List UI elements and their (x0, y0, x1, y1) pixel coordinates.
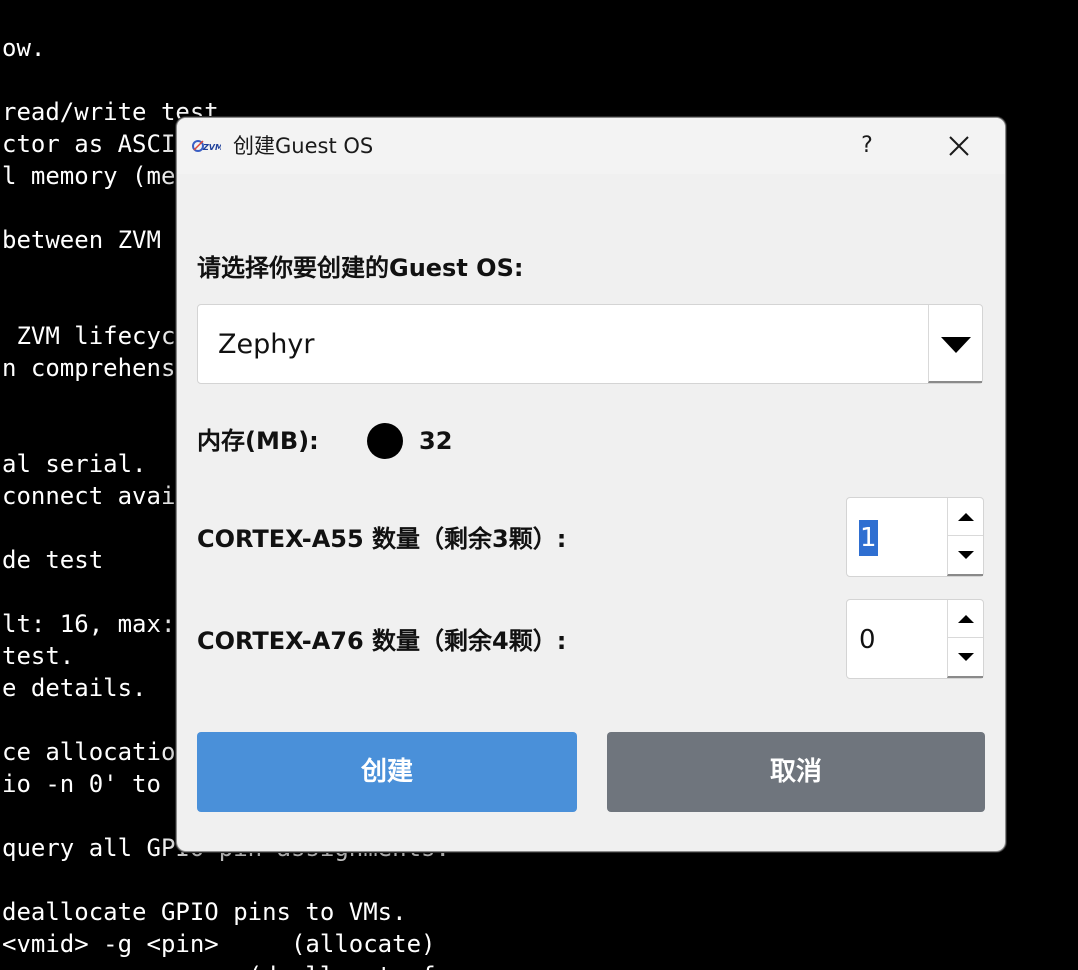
triangle-down-icon (958, 653, 974, 661)
os-select-label: 请选择你要创建的Guest OS: (197, 254, 524, 282)
create-button[interactable]: 创建 (197, 732, 577, 812)
cortex-a55-decrement-button[interactable] (948, 536, 983, 574)
triangle-up-icon (958, 615, 974, 623)
cortex-a76-increment-button[interactable] (948, 600, 983, 638)
close-button[interactable] (937, 126, 981, 166)
terminal-line: test. (2, 642, 75, 670)
zvm-logo-icon: ZVM (191, 135, 223, 157)
terminal-line: <vmid> -g <pin> (allocate) (2, 930, 436, 958)
triangle-down-icon (941, 337, 971, 353)
cortex-a76-decrement-button[interactable] (948, 638, 983, 676)
memory-value: 32 (419, 427, 453, 455)
close-icon (949, 136, 969, 156)
terminal-line: l memory (me (2, 162, 176, 190)
terminal-line: n comprehens (2, 354, 176, 382)
os-select[interactable]: Zephyr (197, 304, 983, 384)
svg-text:ZVM: ZVM (202, 143, 221, 152)
terminal-line: e details. (2, 674, 147, 702)
terminal-line: connect avai (2, 482, 176, 510)
terminal-line: io -n 0' to (2, 770, 161, 798)
triangle-up-icon (958, 513, 974, 521)
help-button[interactable]: ? (847, 126, 887, 166)
cortex-a55-label: CORTEX-A55 数量（剩余3颗）: (197, 525, 567, 553)
cortex-a55-spinbox[interactable]: 1 (846, 497, 984, 577)
terminal-line: (deallocate f (2, 960, 436, 970)
cancel-button[interactable]: 取消 (607, 732, 985, 812)
cortex-a76-value[interactable]: 0 (859, 622, 876, 658)
terminal-line: ce allocatio (2, 738, 176, 766)
triangle-down-icon (958, 551, 974, 559)
memory-slider-handle[interactable] (367, 423, 403, 459)
dialog-titlebar[interactable]: ZVM 创建Guest OS ? (177, 118, 1005, 174)
cortex-a76-spinbox[interactable]: 0 (846, 599, 984, 679)
terminal-line: ZVM lifecyc (2, 322, 176, 350)
terminal-line: ctor as ASCII (2, 130, 190, 158)
terminal-line: between ZVM (2, 226, 161, 254)
terminal-line: de test (2, 546, 104, 574)
dialog-title: 创建Guest OS (233, 134, 374, 158)
terminal-line: lt: 16, max: (2, 610, 176, 638)
cortex-a55-stepper (947, 498, 983, 576)
terminal-line: deallocate GPIO pins to VMs. (2, 898, 407, 926)
terminal-line: al serial. (2, 450, 147, 478)
os-select-dropdown-button[interactable] (928, 305, 982, 383)
terminal-line: ow. (2, 34, 46, 62)
os-select-value: Zephyr (218, 329, 315, 360)
memory-label: 内存(MB): (197, 427, 319, 455)
cortex-a55-increment-button[interactable] (948, 498, 983, 536)
cortex-a55-value[interactable]: 1 (859, 520, 878, 556)
question-icon: ? (861, 133, 873, 158)
create-guest-os-dialog: ZVM 创建Guest OS ? 请选择你要创建的Guest OS: Zephy… (176, 117, 1006, 852)
cortex-a76-stepper (947, 600, 983, 678)
cortex-a76-label: CORTEX-A76 数量（剩余4颗）: (197, 627, 567, 655)
